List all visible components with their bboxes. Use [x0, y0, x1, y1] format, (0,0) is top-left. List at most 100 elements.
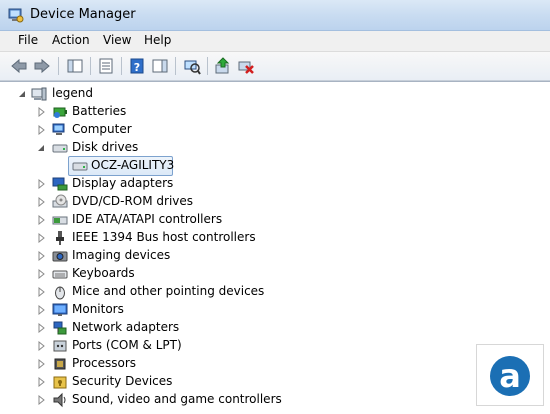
expand-arrow-icon[interactable]	[38, 125, 46, 135]
tree-category-label: IDE ATA/ATAPI controllers	[72, 212, 223, 226]
tree-device-label: OCZ-AGILITY3	[91, 158, 175, 172]
toolbar-separator	[207, 57, 208, 75]
tree-category[interactable]: Processors	[0, 355, 470, 373]
camera-icon	[52, 251, 68, 262]
tree-category-label: Security Devices	[72, 374, 173, 388]
disk-drive-icon	[72, 162, 88, 171]
tree-category[interactable]: Batteries	[0, 103, 470, 121]
tree-device[interactable]: OCZ-AGILITY3	[0, 156, 470, 176]
firewire-icon	[56, 231, 64, 245]
expand-arrow-icon[interactable]	[38, 269, 46, 279]
tree-root-label: legend	[52, 86, 93, 100]
device-tree[interactable]: legend Batteries Computer Disk drives OCZ-A…	[0, 81, 550, 414]
back-icon[interactable]	[10, 57, 28, 75]
uninstall-icon[interactable]	[237, 57, 255, 75]
menu-bar: File Action View Help	[0, 31, 550, 52]
collapse-arrow-icon[interactable]	[37, 143, 45, 153]
security-icon	[53, 376, 67, 389]
expand-arrow-icon[interactable]	[38, 287, 46, 297]
tree-category[interactable]: Computer	[0, 121, 470, 139]
tree-category[interactable]: Security Devices	[0, 373, 470, 391]
tree-category-label: Display adapters	[72, 176, 174, 190]
sound-icon	[53, 392, 66, 408]
tree-category[interactable]: Mice and other pointing devices	[0, 283, 470, 301]
expand-arrow-icon[interactable]	[38, 107, 46, 117]
tree-category[interactable]: Keyboards	[0, 265, 470, 283]
action-pane-icon[interactable]	[151, 57, 169, 75]
menu-file[interactable]: File	[18, 33, 38, 47]
menu-action-label: Action	[52, 33, 90, 47]
menu-help[interactable]: Help	[144, 33, 171, 47]
scan-hardware-icon[interactable]	[183, 57, 201, 75]
expand-arrow-icon[interactable]	[38, 197, 46, 207]
forward-icon[interactable]	[33, 57, 51, 75]
tree-category-label: Ports (COM & LPT)	[72, 338, 182, 352]
tree-category-label: Monitors	[72, 302, 124, 316]
port-icon	[53, 340, 67, 352]
expand-arrow-icon[interactable]	[38, 323, 46, 333]
network-icon	[53, 321, 67, 335]
ide-controller-icon	[52, 216, 68, 225]
mouse-icon	[55, 286, 65, 300]
expand-arrow-icon[interactable]	[38, 305, 46, 315]
toolbar: ?	[0, 52, 550, 81]
expand-arrow-icon[interactable]	[38, 215, 46, 225]
menu-file-label: File	[18, 33, 39, 47]
tree-category[interactable]: Disk drives	[0, 139, 470, 157]
expand-arrow-icon[interactable]	[38, 233, 46, 243]
expand-arrow-icon[interactable]	[38, 179, 46, 189]
processor-icon	[54, 358, 66, 370]
collapse-arrow-icon[interactable]	[18, 89, 26, 99]
toolbar-separator	[58, 57, 59, 75]
monitor-icon	[52, 303, 68, 316]
menu-view-label: View	[103, 33, 132, 47]
tree-category-label: IEEE 1394 Bus host controllers	[72, 230, 256, 244]
menu-action[interactable]: Action	[52, 33, 90, 47]
tree-category[interactable]: DVD/CD-ROM drives	[0, 193, 470, 211]
show-hide-console-tree-icon[interactable]	[66, 57, 84, 75]
device-manager-icon	[8, 8, 24, 23]
title-bar: Device Manager	[0, 0, 550, 31]
tree-category[interactable]: Network adapters	[0, 319, 470, 337]
svg-text:?: ?	[134, 61, 140, 74]
tree-category-label: Mice and other pointing devices	[72, 284, 265, 298]
tree-root[interactable]: legend	[0, 85, 550, 103]
battery-icon	[53, 107, 67, 118]
keyboard-icon	[52, 270, 68, 279]
menu-view[interactable]: View	[103, 33, 131, 47]
disk-drive-icon	[52, 144, 68, 153]
display-adapter-icon	[52, 177, 68, 191]
menu-help-label: Help	[144, 33, 172, 47]
window-title: Device Manager	[30, 7, 136, 22]
tree-category-label: Keyboards	[72, 266, 135, 280]
expand-arrow-icon[interactable]	[38, 251, 46, 261]
aph-logo-icon: a	[480, 348, 540, 402]
tree-category[interactable]: IDE ATA/ATAPI controllers	[0, 211, 470, 229]
expand-arrow-icon[interactable]	[38, 395, 46, 405]
tree-category-label: Imaging devices	[72, 248, 171, 262]
tree-category-label: Sound, video and game controllers	[72, 392, 282, 406]
tree-category[interactable]: Display adapters	[0, 175, 470, 193]
tree-category[interactable]: IEEE 1394 Bus host controllers	[0, 229, 470, 247]
tree-category-label: Disk drives	[72, 140, 139, 154]
expand-arrow-icon[interactable]	[38, 359, 46, 369]
properties-icon[interactable]	[97, 57, 115, 75]
tree-category-label: DVD/CD-ROM drives	[72, 194, 194, 208]
toolbar-separator	[90, 57, 91, 75]
tree-category[interactable]: Monitors	[0, 301, 470, 319]
tree-category-label: Processors	[72, 356, 137, 370]
svg-text:a: a	[499, 357, 521, 395]
dvd-drive-icon	[52, 194, 68, 208]
help-icon[interactable]: ?	[128, 57, 146, 75]
tree-category-label: Network adapters	[72, 320, 180, 334]
tree-category[interactable]: Imaging devices	[0, 247, 470, 265]
tree-category[interactable]: Ports (COM & LPT)	[0, 337, 470, 355]
tree-category[interactable]: Sound, video and game controllers	[0, 391, 470, 409]
aph-logo: a	[476, 344, 544, 406]
computer-icon	[52, 123, 65, 135]
update-driver-icon[interactable]	[214, 57, 232, 75]
toolbar-separator	[121, 57, 122, 75]
expand-arrow-icon[interactable]	[38, 377, 46, 387]
expand-arrow-icon[interactable]	[38, 341, 46, 351]
tree-category-label: Batteries	[72, 104, 127, 118]
